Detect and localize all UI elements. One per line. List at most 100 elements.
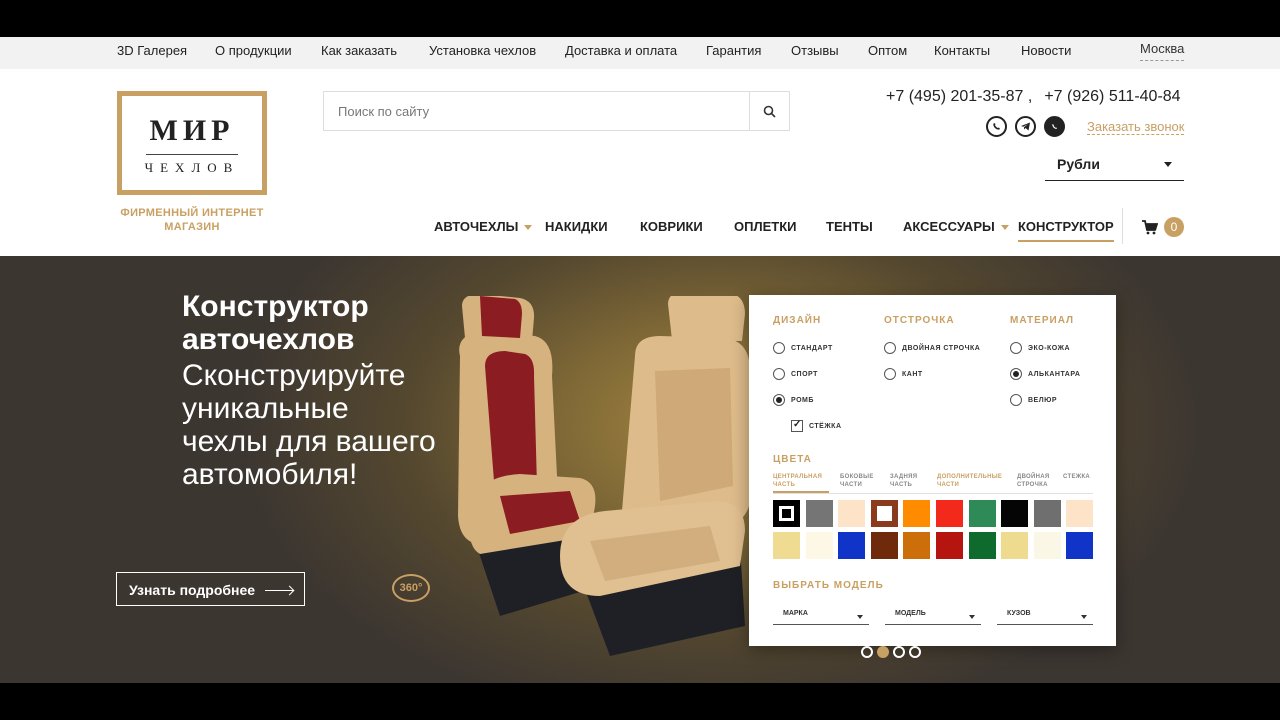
hero-title: Конструктор авточехлов [182, 290, 369, 356]
city-selector[interactable]: Москва [1140, 41, 1185, 61]
color-tab-additional[interactable]: ДОПОЛНИТЕЛЬНЫЕ ЧАСТИ [937, 473, 1009, 489]
arrow-right-icon [265, 590, 293, 591]
colors-title: ЦВЕТА [773, 454, 812, 465]
design-option-romb[interactable]: РОМБ [773, 394, 814, 406]
learn-more-label: Узнать подробнее [129, 582, 256, 598]
whatsapp-icon[interactable] [1044, 116, 1065, 137]
mainnav-mats[interactable]: КОВРИКИ [640, 219, 703, 234]
phone-secondary[interactable]: +7 (926) 511-40-84 [1044, 88, 1180, 105]
color-swatch[interactable] [773, 500, 800, 527]
mainnav-braids[interactable]: ОПЛЕТКИ [734, 219, 796, 234]
logo-divider [146, 154, 238, 155]
topnav-installation[interactable]: Установка чехлов [429, 43, 536, 58]
color-swatch[interactable] [936, 500, 963, 527]
topnav-contacts[interactable]: Контакты [934, 43, 990, 58]
learn-more-button[interactable]: Узнать подробнее [116, 572, 305, 606]
design-option-sport[interactable]: СПОРТ [773, 368, 818, 380]
currency-select[interactable]: Рубли [1045, 149, 1184, 181]
topnav-3d-gallery[interactable]: 3D Галерея [117, 43, 187, 58]
phone-primary[interactable]: +7 (495) 201-35-87 , [886, 88, 1032, 105]
color-swatch[interactable] [870, 532, 898, 559]
topnav-wholesale[interactable]: Оптом [868, 43, 907, 58]
mainnav-accessories[interactable]: АКСЕССУАРЫ [903, 219, 1009, 234]
color-swatch[interactable] [1001, 500, 1029, 527]
topnav-warranty[interactable]: Гарантия [706, 43, 761, 58]
slide-dot-1[interactable] [861, 646, 873, 658]
material-option-eco-leather[interactable]: ЭКО-КОЖА [1010, 342, 1070, 354]
cart-count-badge: 0 [1164, 217, 1184, 237]
stitch-checkbox[interactable]: СТЁЖКА [791, 419, 842, 432]
stitching-option-double[interactable]: ДВОЙНАЯ СТРОЧКА [884, 342, 980, 354]
topnav-delivery-payment[interactable]: Доставка и оплата [565, 43, 677, 58]
color-swatch[interactable] [1033, 500, 1061, 527]
topnav-how-to-order[interactable]: Как заказать [321, 43, 397, 58]
hero-banner: Конструктор авточехлов Сконструируйте ун… [0, 256, 1280, 683]
color-swatch[interactable] [773, 532, 800, 559]
phone-numbers: +7 (495) 201-35-87 , +7 (926) 511-40-84 [886, 88, 1193, 106]
option-label: КАНТ [902, 370, 923, 378]
color-swatch[interactable] [1001, 532, 1029, 559]
slide-dot-3[interactable] [893, 646, 905, 658]
color-tab-back[interactable]: ЗАДНЯЯ ЧАСТЬ [890, 473, 930, 489]
topnav-news[interactable]: Новости [1021, 43, 1071, 58]
mainnav-constructor[interactable]: КОНСТРУКТОР [1018, 219, 1114, 242]
model-title: ВЫБРАТЬ МОДЕЛЬ [773, 580, 884, 591]
mainnav-car-covers[interactable]: АВТОЧЕХЛЫ [434, 219, 533, 234]
material-option-velour[interactable]: ВЕЛЮР [1010, 394, 1057, 406]
color-swatch[interactable] [968, 532, 996, 559]
color-swatch[interactable] [968, 500, 996, 527]
search-input[interactable] [324, 92, 750, 130]
color-swatch[interactable] [1033, 532, 1061, 559]
mainnav-capes[interactable]: НАКИДКИ [545, 219, 608, 234]
radio-icon [773, 342, 785, 354]
topnav-about-products[interactable]: О продукции [215, 43, 292, 58]
mainnav-awnings[interactable]: ТЕНТЫ [826, 219, 873, 234]
radio-icon [884, 342, 896, 354]
color-tab-double-stitch[interactable]: ДВОЙНАЯ СТРОЧКА [1017, 473, 1059, 489]
color-swatch[interactable] [903, 532, 931, 559]
nav-divider [1122, 208, 1123, 244]
stitching-title: ОТСТРОЧКА [884, 315, 955, 326]
rotate-360-icon[interactable]: 360° [392, 574, 430, 602]
mainnav-label: АКСЕССУАРЫ [903, 219, 995, 234]
hero-title-line-1: Конструктор [182, 290, 369, 323]
telegram-icon[interactable] [1015, 116, 1036, 137]
logo[interactable]: МИР ЧЕХЛОВ [117, 91, 267, 195]
cart-icon [1142, 219, 1158, 234]
cart-button[interactable]: 0 [1142, 217, 1184, 237]
color-swatch[interactable] [838, 500, 866, 527]
dropdown-arrow-icon [1000, 225, 1009, 231]
hero-subtitle: Сконструируйте уникальные чехлы для ваше… [182, 359, 436, 491]
color-swatch[interactable] [805, 500, 833, 527]
color-tabs-divider [773, 493, 1093, 494]
color-swatch[interactable] [838, 532, 866, 559]
callback-link[interactable]: Заказать звонок [1087, 119, 1185, 135]
design-option-standard[interactable]: СТАНДАРТ [773, 342, 833, 354]
color-swatch[interactable] [1066, 500, 1094, 527]
slide-dot-2[interactable] [877, 646, 889, 658]
logo-main-text: МИР [149, 114, 235, 147]
radio-icon [1010, 394, 1022, 406]
color-swatch[interactable] [805, 532, 833, 559]
color-swatch[interactable] [1066, 532, 1094, 559]
model-select[interactable]: МОДЕЛЬ [885, 607, 981, 625]
color-swatch[interactable] [870, 500, 898, 527]
material-option-alcantara[interactable]: АЛЬКАНТАРА [1010, 368, 1080, 380]
slide-dot-4[interactable] [909, 646, 921, 658]
color-tab-central[interactable]: ЦЕНТРАЛЬНАЯ ЧАСТЬ [773, 473, 829, 493]
body-select[interactable]: КУЗОВ [997, 607, 1093, 625]
viber-icon[interactable] [986, 116, 1007, 137]
topnav-reviews[interactable]: Отзывы [791, 43, 839, 58]
option-label: РОМБ [791, 396, 814, 404]
stitching-option-piping[interactable]: КАНТ [884, 368, 923, 380]
color-tab-stitch[interactable]: СТЕЖКА [1063, 473, 1099, 481]
option-label: СТАНДАРТ [791, 344, 833, 352]
color-swatch[interactable] [936, 532, 963, 559]
radio-icon [1010, 342, 1022, 354]
color-swatch[interactable] [903, 500, 931, 527]
chevron-down-icon [1081, 615, 1087, 619]
brand-select[interactable]: МАРКА [773, 607, 869, 625]
search-button[interactable] [749, 92, 789, 130]
logo-tagline: ФИРМЕННЫЙ ИНТЕРНЕТ МАГАЗИН [120, 207, 264, 233]
color-tab-side[interactable]: БОКОВЫЕ ЧАСТИ [840, 473, 884, 489]
